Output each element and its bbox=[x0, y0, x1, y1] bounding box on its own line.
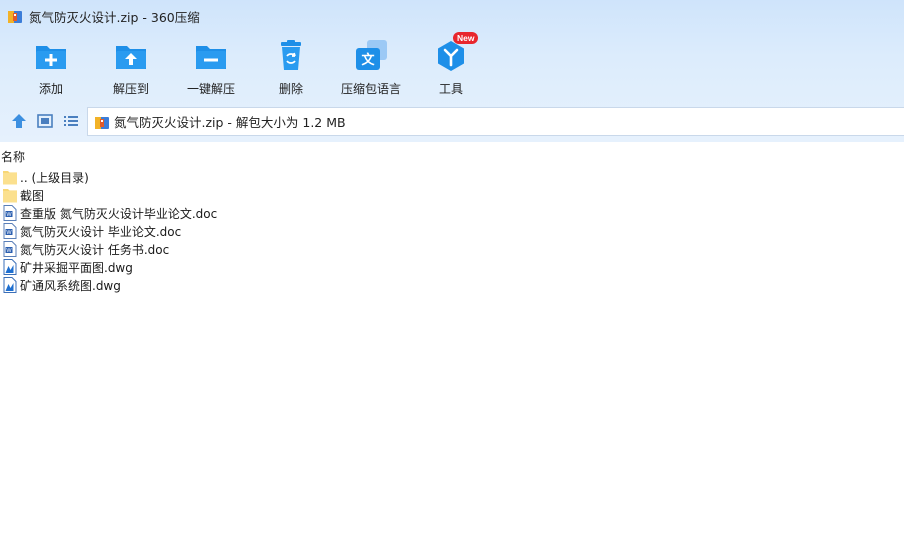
one-click-extract-button[interactable]: 一键解压 bbox=[169, 38, 253, 98]
folder-icon bbox=[3, 187, 17, 203]
list-item[interactable]: 截图 bbox=[0, 186, 904, 204]
file-name: 查重版 氮气防灭火设计毕业论文.doc bbox=[20, 206, 218, 221]
list-item[interactable]: .. (上级目录) bbox=[0, 168, 904, 186]
dwg-file-icon bbox=[3, 259, 17, 275]
file-name: 氮气防灭火设计 毕业论文.doc bbox=[20, 224, 182, 239]
up-level-button[interactable] bbox=[10, 112, 28, 130]
up-arrow-icon bbox=[12, 114, 26, 128]
file-list: .. (上级目录) 截图 W 查重版 氮气防灭火设计毕业论文.doc W 氮气防… bbox=[0, 168, 904, 294]
title-bar: 氮气防灭火设计.zip - 360压缩 bbox=[0, 0, 904, 32]
file-name: 矿井采掘平面图.dwg bbox=[20, 260, 133, 275]
thumbnail-view-button[interactable] bbox=[36, 112, 54, 130]
svg-text:文: 文 bbox=[361, 52, 375, 68]
file-name: 矿通风系统图.dwg bbox=[20, 278, 121, 293]
extract-to-label: 解压到 bbox=[112, 82, 149, 96]
address-field[interactable]: 氮气防灭火设计.zip - 解包大小为 1.2 MB bbox=[87, 107, 904, 136]
word-doc-icon: W bbox=[3, 223, 17, 239]
dwg-file-icon bbox=[3, 277, 17, 293]
extract-to-button[interactable]: 解压到 bbox=[89, 38, 173, 98]
archive-app-icon bbox=[7, 8, 23, 24]
add-button[interactable]: 添加 bbox=[9, 38, 93, 98]
extract-to-icon bbox=[113, 38, 149, 74]
file-name: 截图 bbox=[20, 188, 45, 203]
svg-text:W: W bbox=[6, 230, 12, 236]
list-item[interactable]: 矿通风系统图.dwg bbox=[0, 276, 904, 294]
add-label: 添加 bbox=[38, 82, 63, 96]
file-name: 氮气防灭火设计 任务书.doc bbox=[20, 242, 170, 257]
tools-label: 工具 bbox=[438, 82, 463, 96]
column-header-name[interactable]: 名称 bbox=[0, 147, 904, 165]
word-doc-icon: W bbox=[3, 241, 17, 257]
add-icon bbox=[33, 38, 69, 74]
delete-button[interactable]: 删除 bbox=[249, 38, 333, 98]
tools-icon: New bbox=[433, 32, 479, 74]
archive-language-button[interactable]: 文 压缩包语言 bbox=[329, 38, 413, 98]
list-view-button[interactable] bbox=[62, 112, 80, 130]
address-bar: 氮气防灭火设计.zip - 解包大小为 1.2 MB bbox=[0, 104, 904, 138]
list-view-icon bbox=[64, 116, 78, 126]
tools-button[interactable]: New 工具 bbox=[409, 32, 493, 98]
delete-label: 删除 bbox=[278, 82, 303, 96]
list-item[interactable]: 矿井采掘平面图.dwg bbox=[0, 258, 904, 276]
svg-text:W: W bbox=[6, 212, 12, 218]
folder-icon bbox=[3, 169, 17, 185]
list-item[interactable]: W 查重版 氮气防灭火设计毕业论文.doc bbox=[0, 204, 904, 222]
window-title: 氮气防灭火设计.zip - 360压缩 bbox=[29, 9, 200, 25]
delete-icon bbox=[273, 38, 309, 74]
archive-language-icon: 文 bbox=[353, 38, 389, 74]
archive-language-label: 压缩包语言 bbox=[340, 82, 401, 96]
word-doc-icon: W bbox=[3, 205, 17, 221]
new-badge: New bbox=[453, 32, 479, 44]
list-item[interactable]: W 氮气防灭火设计 毕业论文.doc bbox=[0, 222, 904, 240]
file-name: .. (上级目录) bbox=[20, 170, 89, 185]
thumbnail-view-icon bbox=[37, 114, 53, 128]
address-text: 氮气防灭火设计.zip - 解包大小为 1.2 MB bbox=[114, 115, 346, 130]
window-chrome: 氮气防灭火设计.zip - 360压缩 添加 解压到 一键解压 删除 文 压缩包… bbox=[0, 0, 904, 142]
svg-text:W: W bbox=[6, 248, 12, 254]
list-item[interactable]: W 氮气防灭火设计 任务书.doc bbox=[0, 240, 904, 258]
one-click-extract-icon bbox=[193, 38, 229, 74]
archive-file-icon bbox=[94, 114, 110, 130]
toolbar: 添加 解压到 一键解压 删除 文 压缩包语言 New 工具 bbox=[0, 32, 904, 100]
one-click-extract-label: 一键解压 bbox=[186, 82, 235, 96]
column-name-label: 名称 bbox=[1, 150, 26, 164]
